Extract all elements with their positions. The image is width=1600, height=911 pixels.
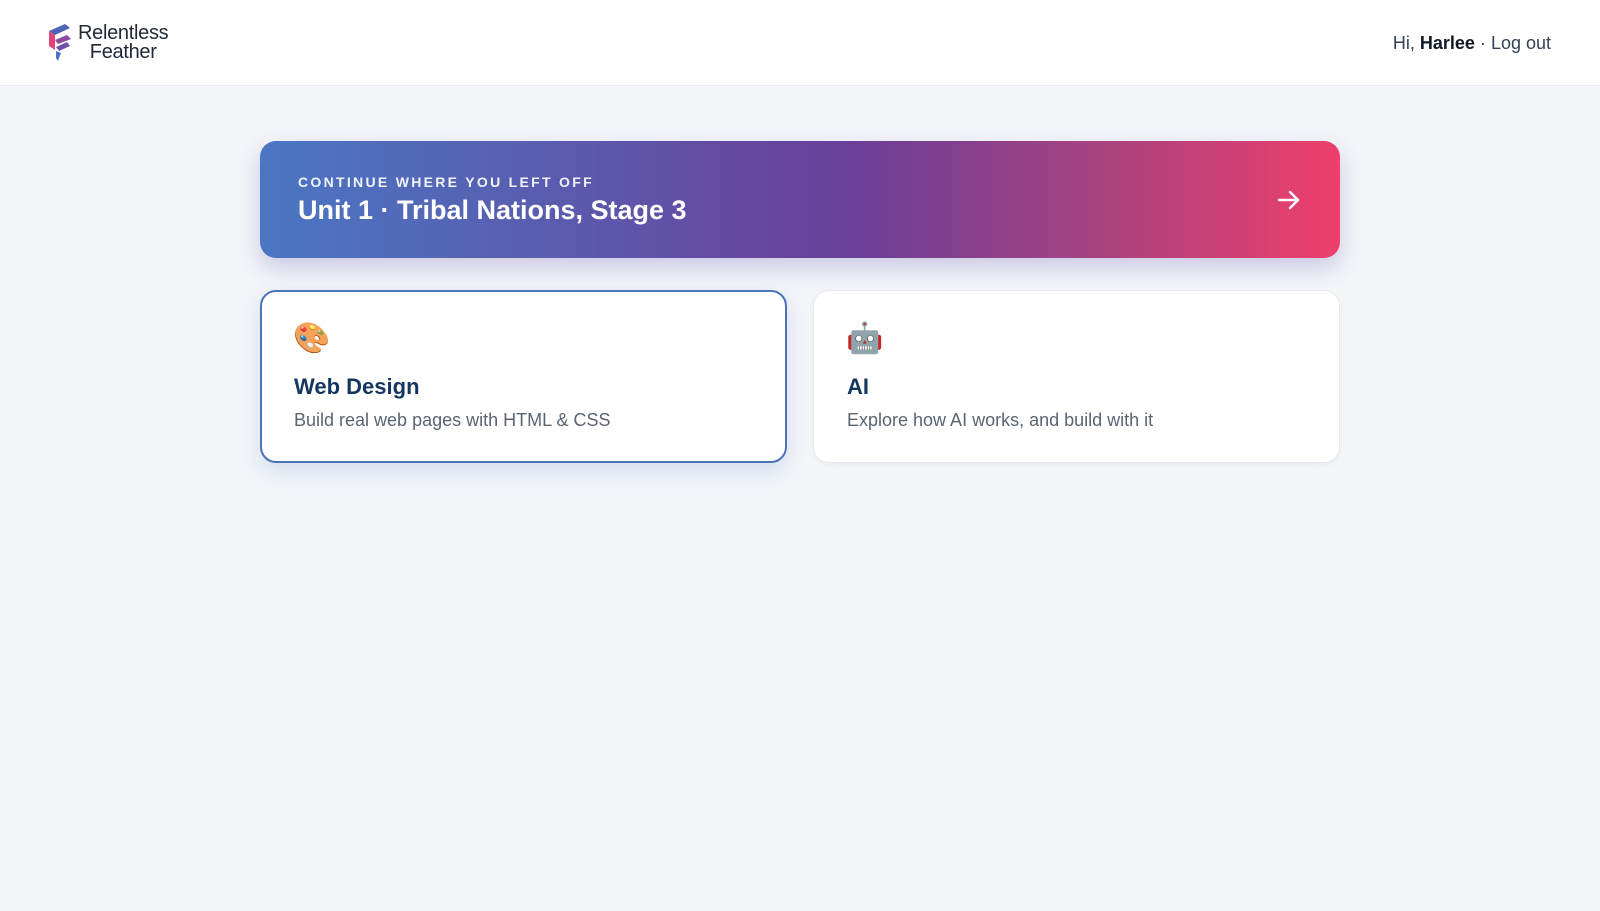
course-title: AI xyxy=(847,374,869,399)
continue-lesson-title: Unit 1 · Tribal Nations, Stage 3 xyxy=(298,195,687,225)
course-card-web-design[interactable]: 🎨 Web Design Build real web pages with H… xyxy=(260,290,787,463)
palette-icon: 🎨 xyxy=(293,322,331,355)
continue-eyebrow: CONTINUE WHERE YOU LEFT OFF xyxy=(298,174,594,190)
user-menu: Hi, Harlee · Log out xyxy=(1393,33,1551,54)
feather-logo-icon xyxy=(49,24,71,61)
logo-wordmark: Relentless Feather xyxy=(78,23,169,63)
top-bar: Relentless Feather Hi, Harlee · Log out xyxy=(0,0,1600,86)
user-name: Harlee xyxy=(1419,33,1475,53)
course-card-ai[interactable]: 🤖 AI Explore how AI works, and build wit… xyxy=(813,290,1340,463)
course-description: Build real web pages with HTML & CSS xyxy=(294,410,611,430)
greeting-text: Hi, xyxy=(1392,33,1415,53)
arrow-right-icon[interactable] xyxy=(1276,187,1302,213)
logo-line-2: Feather xyxy=(89,41,157,63)
continue-learning-banner[interactable]: CONTINUE WHERE YOU LEFT OFF Unit 1 · Tri… xyxy=(260,141,1340,258)
course-title: Web Design xyxy=(294,374,420,399)
logout-link[interactable]: Log out xyxy=(1491,33,1551,54)
robot-icon: 🤖 xyxy=(846,322,884,355)
course-description: Explore how AI works, and build with it xyxy=(847,410,1154,430)
relentless-feather-logo[interactable]: Relentless Feather xyxy=(47,23,169,63)
